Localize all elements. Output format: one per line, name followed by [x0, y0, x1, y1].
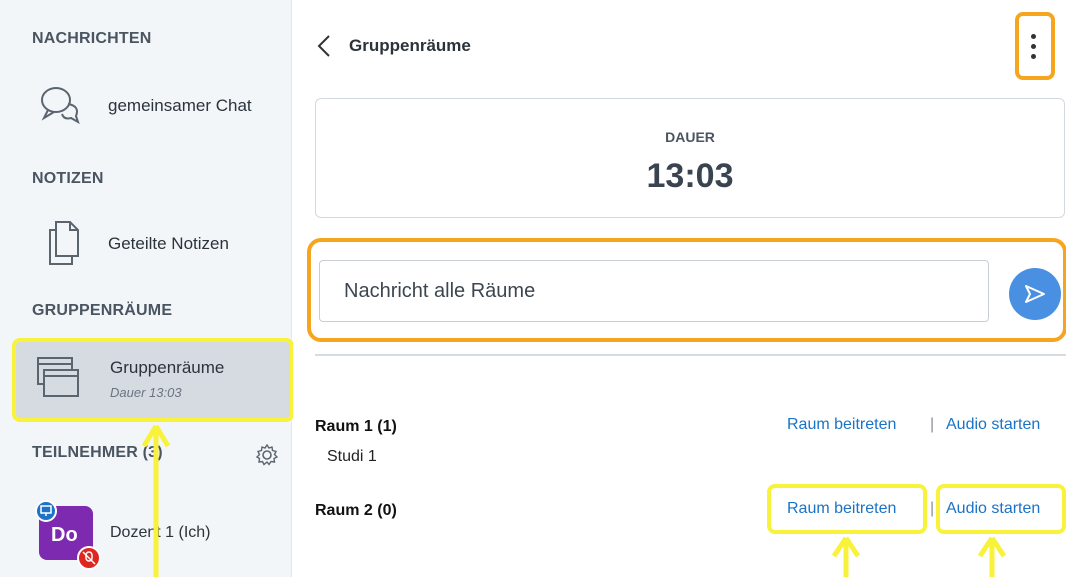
room-1-join-link[interactable]: Raum beitreten: [787, 416, 896, 434]
divider: [315, 354, 1066, 356]
chat-label: gemeinsamer Chat: [108, 96, 252, 115]
muted-mic-icon: [77, 546, 101, 570]
breakout-panel: Gruppenräume DAUER 13:03 Raum 1 (1) Stud…: [293, 0, 1066, 577]
page-title: Gruppenräume: [349, 36, 471, 55]
notes-label: Geteilte Notizen: [108, 234, 229, 253]
gear-icon[interactable]: [256, 444, 278, 466]
duration-label: DAUER: [665, 129, 715, 145]
highlight-breakout-item: [12, 338, 294, 422]
notes-icon: [49, 221, 79, 265]
message-all-rooms-highlight: [307, 238, 1066, 342]
room-2-separator: |: [930, 500, 935, 517]
send-icon: [1025, 285, 1045, 303]
room-1-member: Studi 1: [327, 448, 377, 465]
arrow-icon: [141, 424, 171, 577]
messages-section-title: NACHRICHTEN: [32, 30, 152, 47]
highlight-join-room: [767, 484, 927, 534]
back-chevron-icon: [317, 35, 330, 57]
back-button[interactable]: [313, 32, 337, 60]
sidebar-item-public-chat[interactable]: gemeinsamer Chat: [0, 76, 292, 138]
room-1-separator: |: [930, 416, 935, 433]
room-1-title: Raum 1 (1): [315, 418, 397, 435]
room-2-title: Raum 2 (0): [315, 502, 397, 519]
arrow-icon: [977, 536, 1007, 577]
message-all-rooms-input[interactable]: [319, 260, 989, 322]
room-1-audio-link[interactable]: Audio starten: [946, 416, 1040, 434]
avatar: Do: [35, 500, 101, 570]
duration-value: 13:03: [646, 157, 734, 195]
send-button[interactable]: [1009, 268, 1061, 320]
duration-card: DAUER 13:03: [315, 98, 1065, 218]
avatar-initials: Do: [51, 524, 78, 546]
notes-section-title: NOTIZEN: [32, 170, 104, 187]
breakout-section-title: GRUPPENRÄUME: [32, 302, 173, 319]
sidebar-item-shared-notes[interactable]: Geteilte Notizen: [0, 214, 292, 276]
highlight-start-audio: [936, 484, 1066, 534]
options-menu-button[interactable]: [1015, 12, 1055, 80]
chat-icon: [41, 87, 80, 125]
presenter-icon: [35, 500, 57, 522]
arrow-icon: [831, 536, 861, 577]
